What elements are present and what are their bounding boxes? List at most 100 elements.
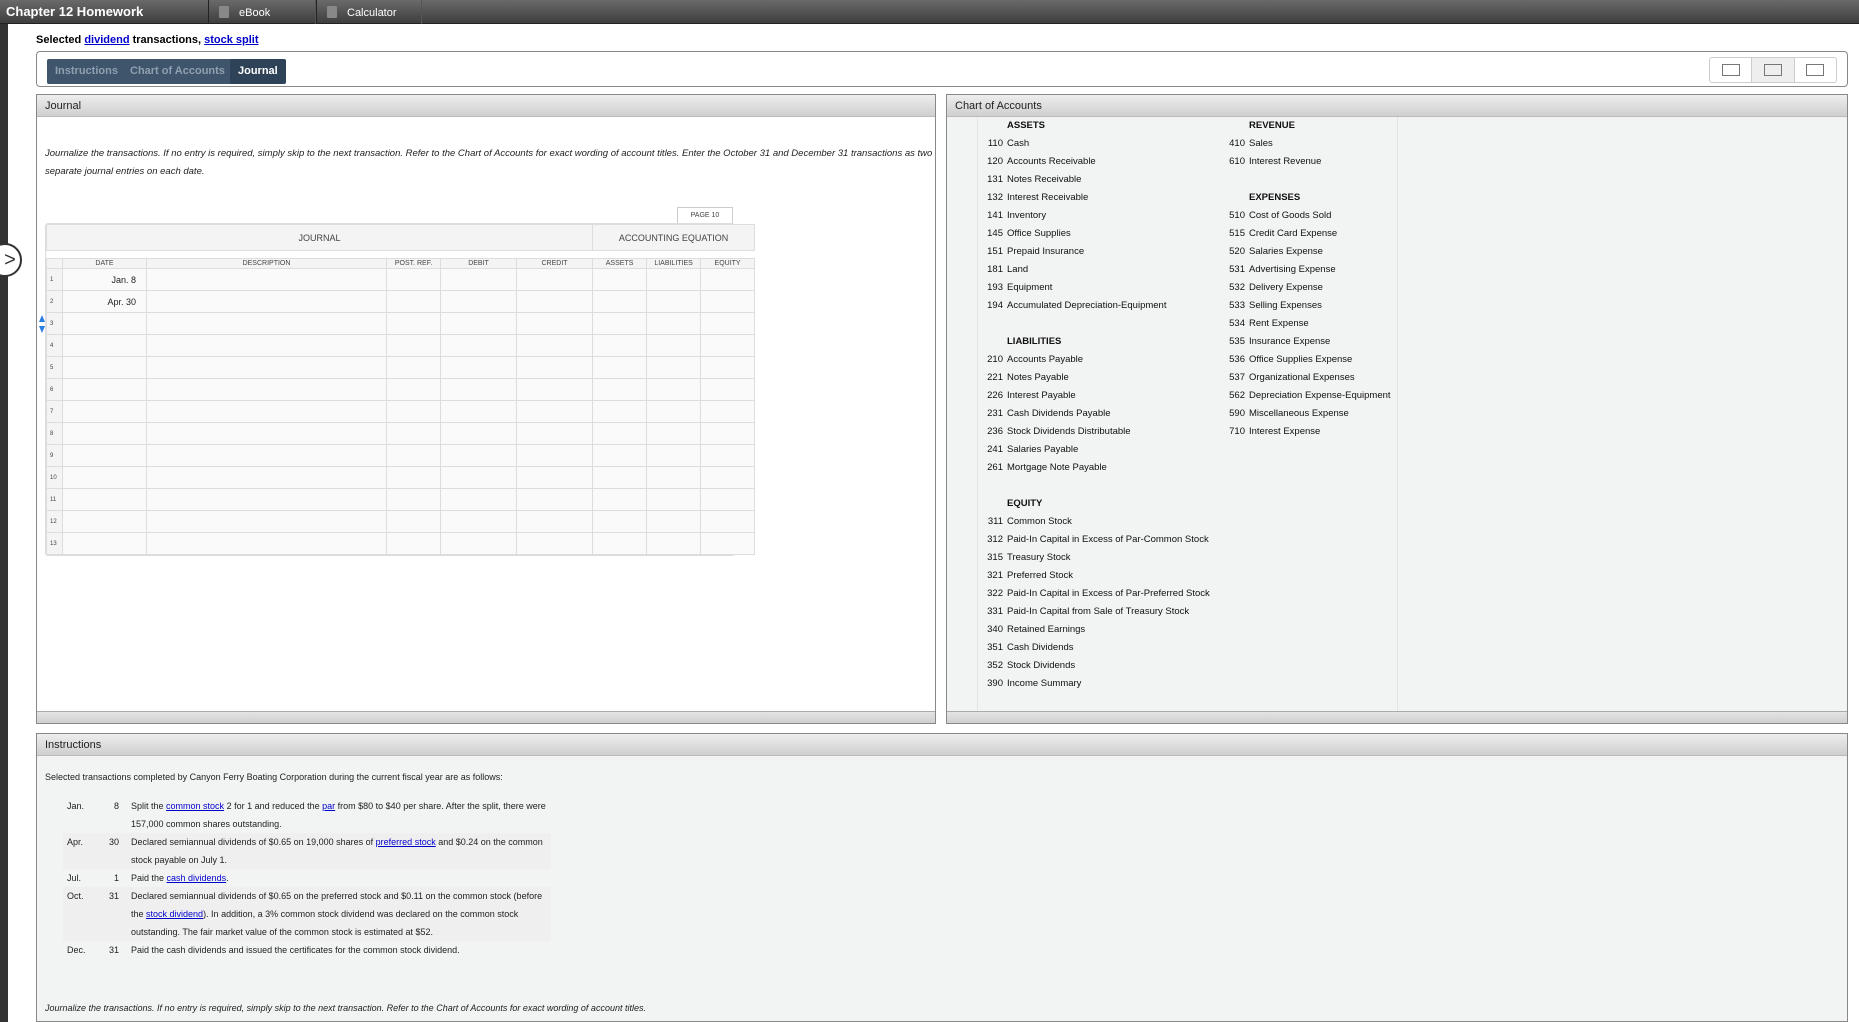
post-ref-cell[interactable]	[386, 400, 441, 423]
date-cell[interactable]: Apr. 30	[62, 290, 147, 313]
glossary-link[interactable]: cash dividends	[167, 873, 227, 883]
liabilities-cell[interactable]	[646, 400, 702, 423]
description-cell[interactable]	[146, 312, 387, 335]
description-cell[interactable]	[146, 268, 387, 291]
glossary-link[interactable]: par	[322, 801, 335, 811]
post-ref-cell[interactable]	[386, 510, 441, 533]
stock-split-link[interactable]: stock split	[204, 34, 258, 46]
post-ref-cell[interactable]	[386, 444, 441, 467]
debit-cell[interactable]	[440, 268, 517, 291]
assets-cell[interactable]	[592, 334, 648, 357]
debit-cell[interactable]	[440, 532, 517, 555]
debit-cell[interactable]	[440, 444, 517, 467]
credit-cell[interactable]	[515, 400, 594, 423]
post-ref-cell[interactable]	[386, 466, 441, 489]
description-cell[interactable]	[146, 532, 387, 555]
debit-cell[interactable]	[440, 510, 517, 533]
description-cell[interactable]	[146, 356, 387, 379]
equity-cell[interactable]	[700, 532, 756, 555]
date-cell[interactable]	[62, 312, 147, 335]
equity-cell[interactable]	[700, 268, 756, 291]
description-cell[interactable]	[146, 444, 387, 467]
credit-cell[interactable]	[515, 532, 594, 555]
credit-cell[interactable]	[515, 422, 594, 445]
liabilities-cell[interactable]	[646, 378, 702, 401]
assets-cell[interactable]	[592, 444, 648, 467]
post-ref-cell[interactable]	[386, 356, 441, 379]
description-cell[interactable]	[146, 422, 387, 445]
post-ref-cell[interactable]	[386, 312, 441, 335]
assets-cell[interactable]	[592, 356, 648, 379]
debit-cell[interactable]	[440, 312, 517, 335]
assets-cell[interactable]	[592, 268, 648, 291]
credit-cell[interactable]	[515, 268, 594, 291]
description-cell[interactable]	[146, 400, 387, 423]
debit-cell[interactable]	[440, 356, 517, 379]
debit-cell[interactable]	[440, 290, 517, 313]
date-cell[interactable]	[62, 488, 147, 511]
liabilities-cell[interactable]	[646, 510, 702, 533]
liabilities-cell[interactable]	[646, 532, 702, 555]
description-cell[interactable]	[146, 334, 387, 357]
equity-cell[interactable]	[700, 466, 756, 489]
glossary-link[interactable]: common stock	[166, 801, 224, 811]
tab-chart-of-accounts[interactable]: Chart of Accounts	[122, 59, 233, 84]
credit-cell[interactable]	[515, 356, 594, 379]
equity-cell[interactable]	[700, 378, 756, 401]
post-ref-cell[interactable]	[386, 378, 441, 401]
credit-cell[interactable]	[515, 444, 594, 467]
dividend-link[interactable]: dividend	[84, 34, 129, 46]
assets-cell[interactable]	[592, 532, 648, 555]
description-cell[interactable]	[146, 488, 387, 511]
post-ref-cell[interactable]	[386, 290, 441, 313]
debit-cell[interactable]	[440, 400, 517, 423]
equity-cell[interactable]	[700, 444, 756, 467]
post-ref-cell[interactable]	[386, 268, 441, 291]
credit-cell[interactable]	[515, 510, 594, 533]
assets-cell[interactable]	[592, 466, 648, 489]
debit-cell[interactable]	[440, 488, 517, 511]
liabilities-cell[interactable]	[646, 334, 702, 357]
glossary-link[interactable]: stock dividend	[146, 909, 203, 919]
date-cell[interactable]	[62, 444, 147, 467]
liabilities-cell[interactable]	[646, 466, 702, 489]
expand-sidebar-button[interactable]: >	[0, 243, 22, 277]
credit-cell[interactable]	[515, 290, 594, 313]
debit-cell[interactable]	[440, 334, 517, 357]
post-ref-cell[interactable]	[386, 334, 441, 357]
date-cell[interactable]	[62, 400, 147, 423]
debit-cell[interactable]	[440, 422, 517, 445]
date-cell[interactable]	[62, 466, 147, 489]
credit-cell[interactable]	[515, 312, 594, 335]
liabilities-cell[interactable]	[646, 444, 702, 467]
date-cell[interactable]	[62, 334, 147, 357]
equity-cell[interactable]	[700, 422, 756, 445]
date-cell[interactable]	[62, 356, 147, 379]
debit-cell[interactable]	[440, 466, 517, 489]
liabilities-cell[interactable]	[646, 488, 702, 511]
date-cell[interactable]	[62, 532, 147, 555]
liabilities-cell[interactable]	[646, 268, 702, 291]
description-cell[interactable]	[146, 510, 387, 533]
equity-cell[interactable]	[700, 488, 756, 511]
tab-instructions[interactable]: Instructions	[47, 59, 126, 84]
assets-cell[interactable]	[592, 510, 648, 533]
assets-cell[interactable]	[592, 312, 648, 335]
description-cell[interactable]	[146, 290, 387, 313]
credit-cell[interactable]	[515, 488, 594, 511]
credit-cell[interactable]	[515, 334, 594, 357]
ebook-button[interactable]: eBook	[208, 0, 316, 24]
equity-cell[interactable]	[700, 510, 756, 533]
date-cell[interactable]	[62, 510, 147, 533]
assets-cell[interactable]	[592, 378, 648, 401]
date-cell[interactable]: Jan. 8	[62, 268, 147, 291]
liabilities-cell[interactable]	[646, 422, 702, 445]
stacked-view-button[interactable]	[1795, 58, 1836, 82]
equity-cell[interactable]	[700, 290, 756, 313]
glossary-link[interactable]: preferred stock	[376, 837, 436, 847]
equity-cell[interactable]	[700, 334, 756, 357]
credit-cell[interactable]	[515, 466, 594, 489]
description-cell[interactable]	[146, 466, 387, 489]
liabilities-cell[interactable]	[646, 312, 702, 335]
tab-journal[interactable]: Journal	[230, 59, 286, 84]
